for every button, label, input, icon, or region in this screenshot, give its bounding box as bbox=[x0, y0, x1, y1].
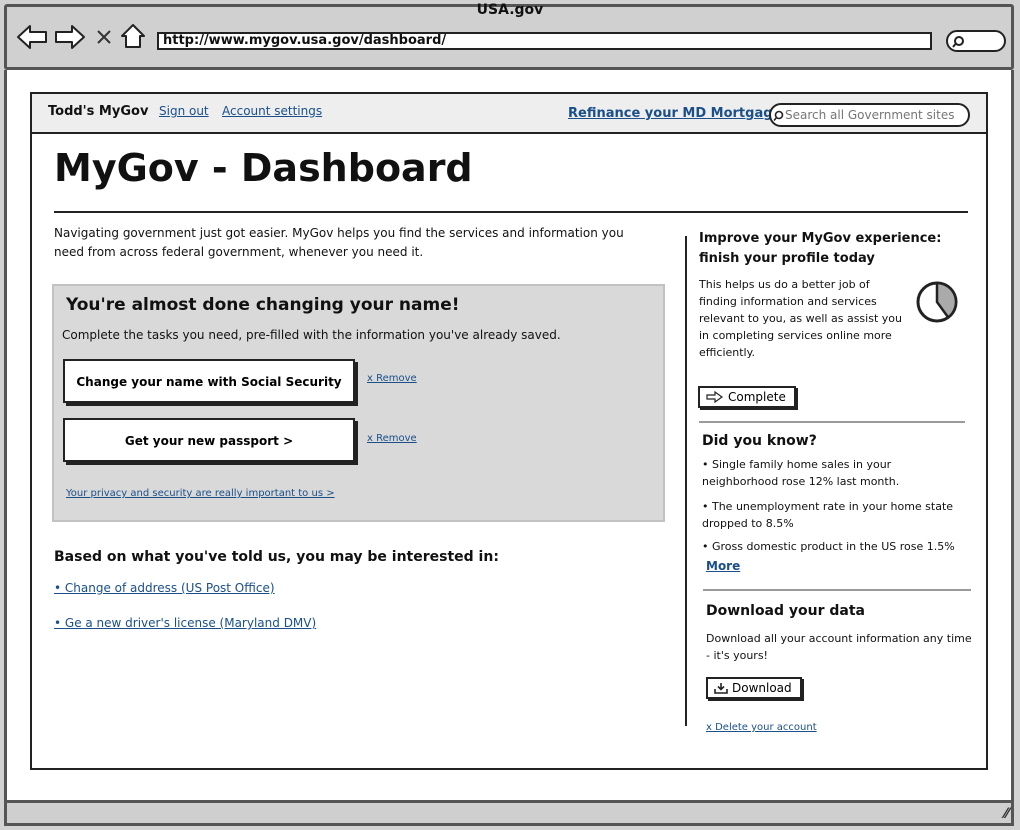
search-input[interactable] bbox=[785, 105, 965, 125]
window-title: USA.gov bbox=[476, 2, 544, 18]
did-you-know-heading: Did you know? bbox=[702, 433, 817, 449]
profile-text: This helps us do a better job of finding… bbox=[699, 278, 902, 359]
forward-arrow-icon[interactable] bbox=[54, 24, 86, 50]
profile-progress-icon bbox=[913, 278, 961, 330]
sidebar-divider bbox=[685, 236, 687, 726]
resize-grip-icon[interactable]: ⁄⁄ bbox=[1004, 806, 1009, 822]
profile-heading-line2: finish your profile today bbox=[699, 251, 875, 266]
name-change-panel bbox=[52, 284, 665, 522]
fact-item: • Single family home sales in your neigh… bbox=[702, 458, 900, 488]
sidebar-divider-1 bbox=[699, 421, 965, 423]
status-bar: ⁄⁄ bbox=[4, 800, 1014, 826]
account-settings-link[interactable]: Account settings bbox=[222, 104, 322, 118]
interest-link-license[interactable]: • Ge a new driver's license (Maryland DM… bbox=[54, 616, 316, 630]
profile-heading: Improve your MyGov experience: bbox=[699, 231, 942, 246]
intro-text: Navigating government just got easier. M… bbox=[54, 226, 624, 259]
remove-passport-link[interactable]: x Remove bbox=[367, 433, 417, 444]
remove-social-security-link[interactable]: x Remove bbox=[367, 373, 417, 384]
back-arrow-icon[interactable] bbox=[16, 24, 48, 50]
magnifier-icon bbox=[952, 36, 964, 48]
delete-account-link[interactable]: x Delete your account bbox=[706, 722, 817, 733]
download-button[interactable]: Download bbox=[706, 677, 802, 699]
interest-link-address[interactable]: • Change of address (US Post Office) bbox=[54, 581, 275, 595]
browser-search-field[interactable] bbox=[946, 30, 1006, 52]
fact-item: • The unemployment rate in your home sta… bbox=[702, 500, 954, 530]
mortgage-promo-link[interactable]: Refinance your MD Mortgage bbox=[568, 106, 781, 121]
complete-profile-button[interactable]: Complete bbox=[698, 386, 796, 408]
sidebar-divider-2 bbox=[703, 589, 971, 591]
sign-out-link[interactable]: Sign out bbox=[159, 104, 209, 118]
name-change-heading: You're almost done changing your name! bbox=[66, 295, 460, 315]
complete-arrow-icon bbox=[706, 390, 724, 404]
download-heading: Download your data bbox=[706, 603, 865, 619]
search-icon bbox=[773, 110, 784, 122]
brand-label: Todd's MyGov bbox=[48, 104, 149, 119]
download-text: Download all your account information an… bbox=[706, 632, 972, 662]
more-facts-link[interactable]: More bbox=[706, 559, 740, 573]
stop-icon[interactable] bbox=[96, 28, 112, 46]
social-security-task-button[interactable]: Change your name with Social Security > bbox=[63, 359, 355, 429]
fact-item: • Gross domestic product in the US rose … bbox=[702, 540, 955, 553]
passport-task-button[interactable]: Get your new passport > bbox=[63, 418, 355, 462]
download-button-label: Download bbox=[732, 681, 792, 695]
page-title: MyGov - Dashboard bbox=[54, 146, 473, 190]
interests-heading: Based on what you've told us, you may be… bbox=[54, 549, 499, 565]
name-change-subtitle: Complete the tasks you need, pre-filled … bbox=[62, 328, 561, 342]
complete-button-label: Complete bbox=[728, 390, 786, 404]
title-divider bbox=[54, 211, 968, 213]
home-icon[interactable] bbox=[119, 22, 147, 50]
privacy-link[interactable]: Your privacy and security are really imp… bbox=[66, 488, 335, 499]
download-icon bbox=[714, 683, 728, 694]
site-search[interactable] bbox=[769, 103, 970, 127]
address-bar[interactable]: http://www.mygov.usa.gov/dashboard/ bbox=[157, 32, 932, 50]
